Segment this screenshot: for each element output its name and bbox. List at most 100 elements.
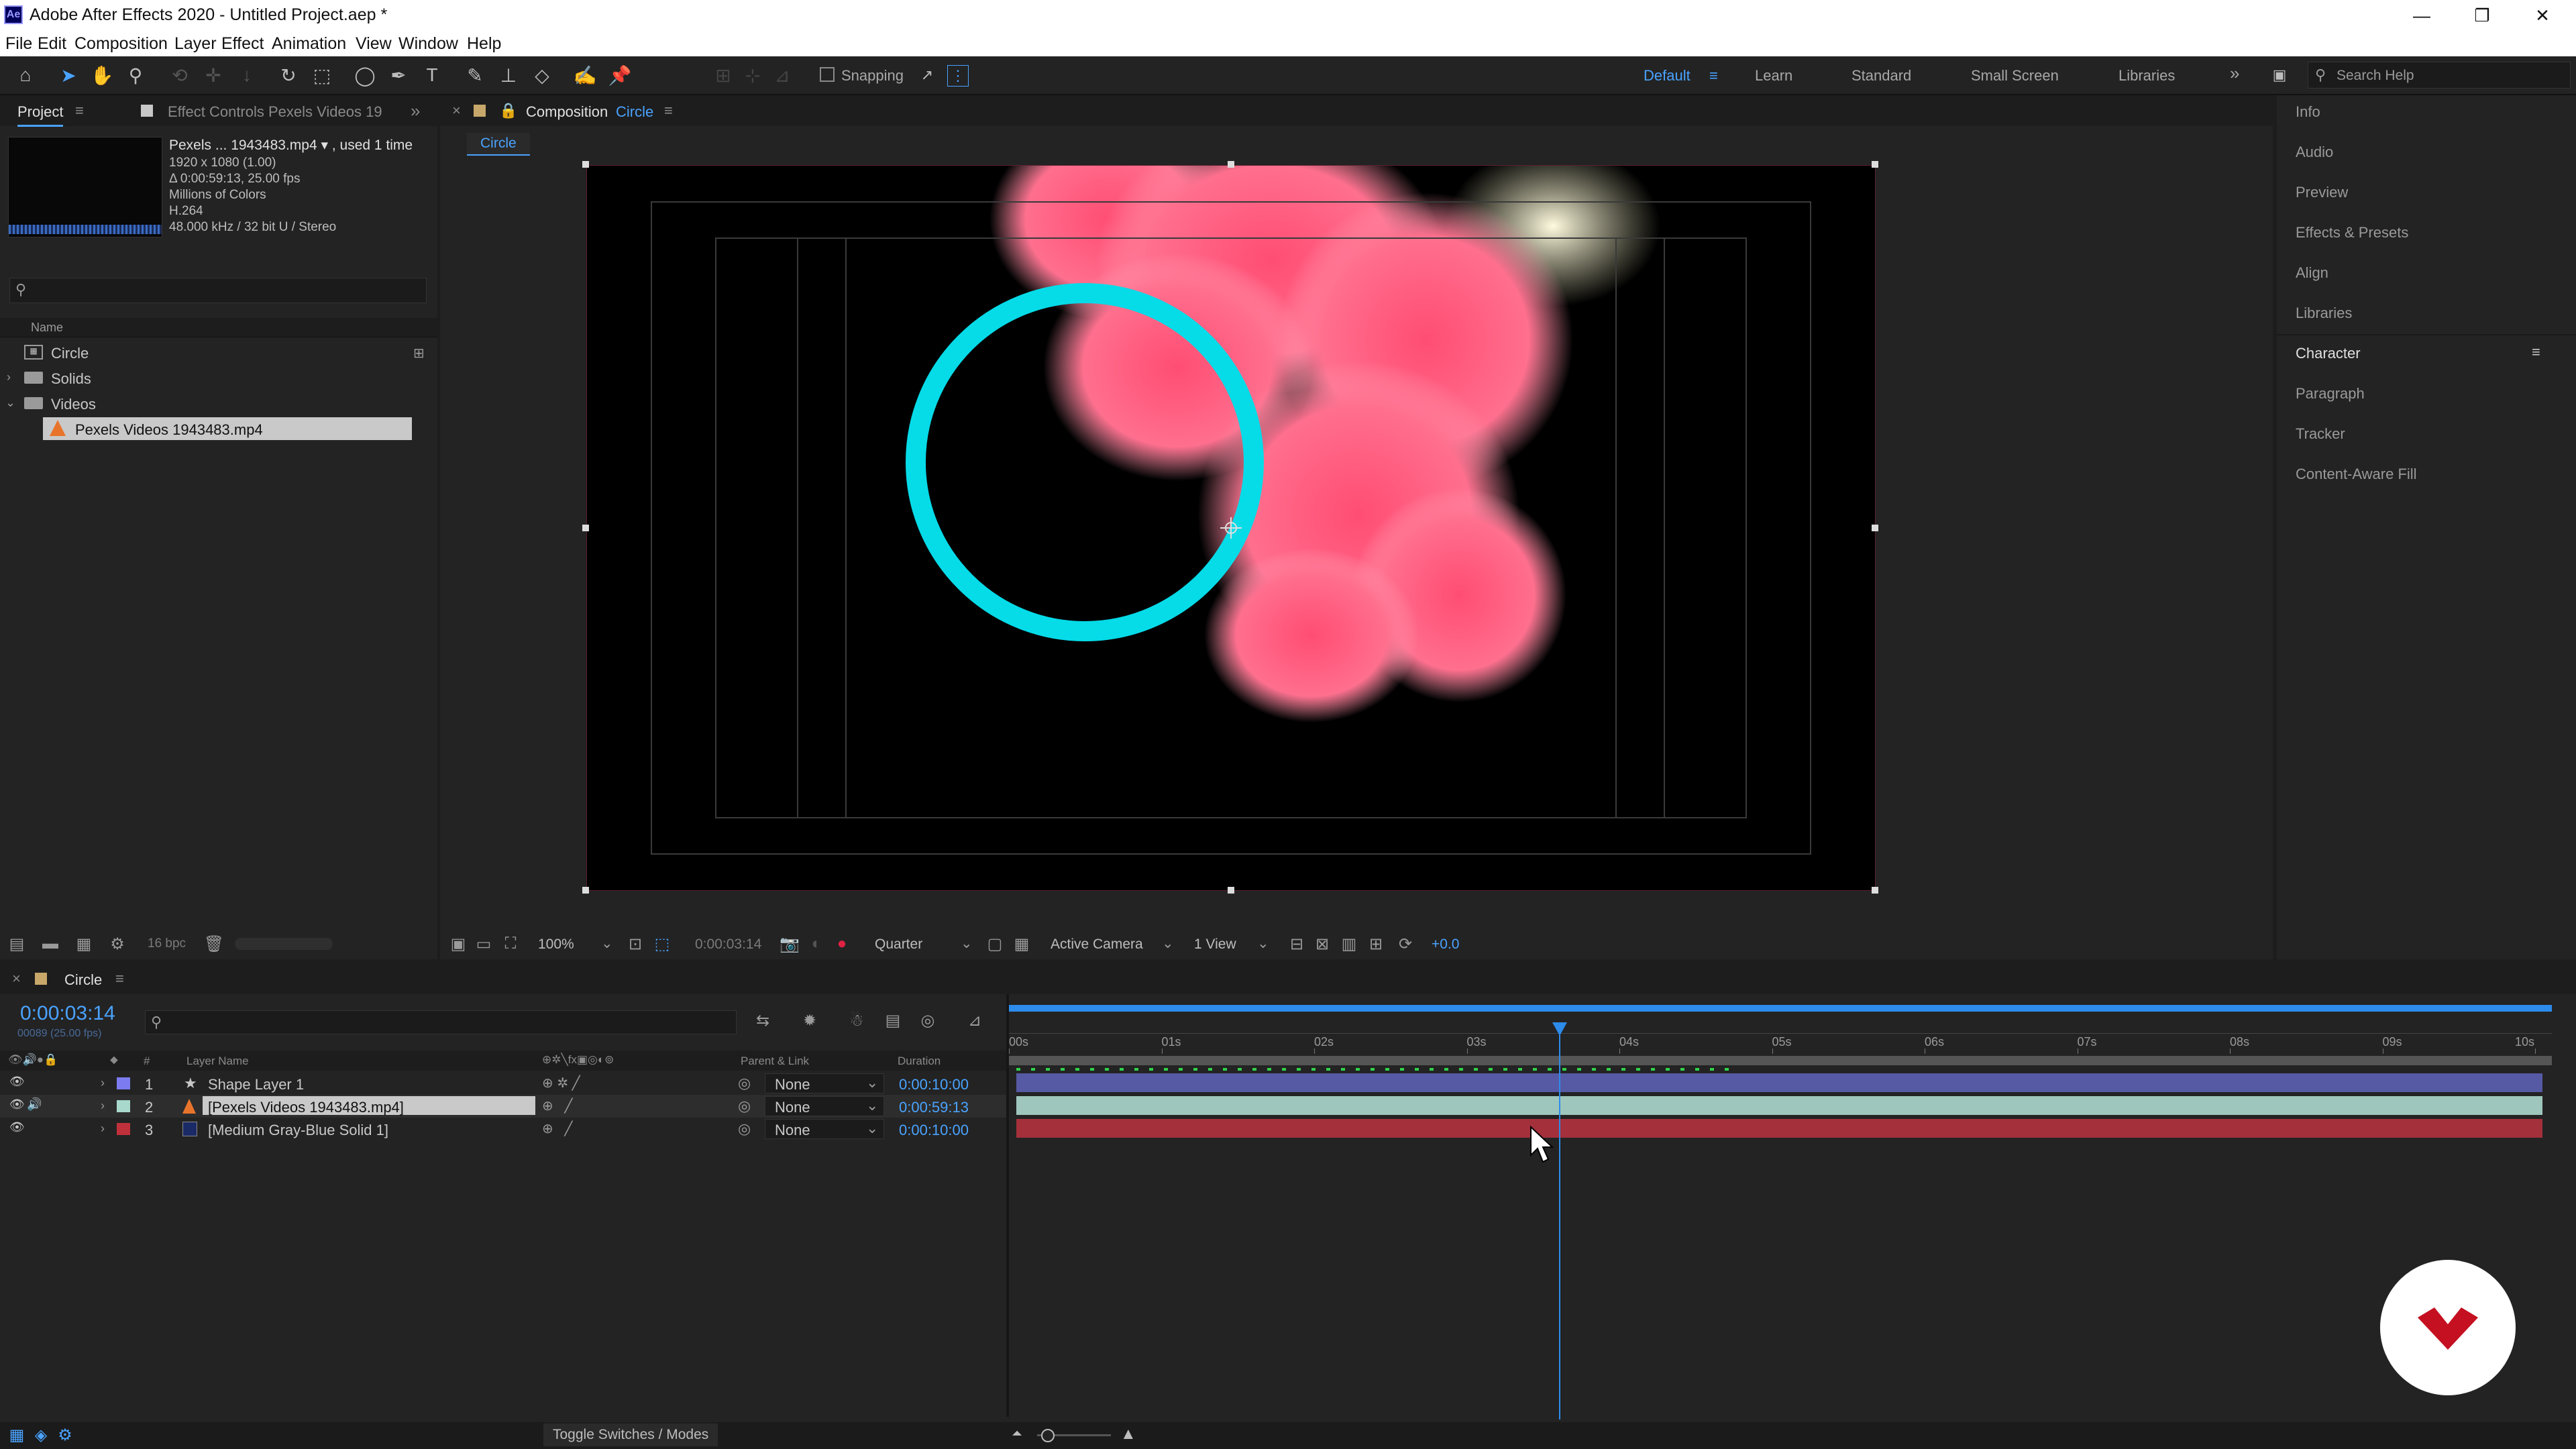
clone-stamp-tool-icon[interactable]: ⊥ [496,63,521,87]
minimize-button[interactable]: — [2392,0,2452,31]
frame-blending-icon[interactable]: ▤ [881,1009,904,1032]
project-search-input[interactable]: ⚲ [9,278,427,303]
exposure-value[interactable]: +0.0 [1432,936,1459,953]
zoom-in-icon[interactable]: ▲ [1120,1425,1136,1444]
menu-view[interactable]: View [356,34,392,54]
monitor-icon[interactable]: ▭ [474,934,494,954]
shy-layers-icon[interactable]: ☃ [845,1009,868,1032]
panel-align[interactable]: Align [2296,264,2328,282]
layer-name[interactable]: [Medium Gray-Blue Solid 1] [208,1122,388,1139]
transfer-controls-icon[interactable]: ◈ [31,1425,51,1445]
layer-duration-bar[interactable] [1016,1096,2542,1115]
project-panel-menu-icon[interactable]: ≡ [75,102,84,119]
chevron-down-icon[interactable]: ⌄ [5,396,15,410]
rotation-tool-icon[interactable]: ↻ [276,63,301,87]
layer-handle[interactable] [1872,161,1878,168]
hand-tool-icon[interactable]: ✋ [90,63,114,87]
project-item-videos[interactable]: ⌄ Videos [0,392,437,415]
tab-effect-controls[interactable]: Effect Controls Pexels Videos 19 [168,103,382,121]
dolly-tool-icon[interactable]: ↓ [235,63,259,87]
restore-button[interactable]: ❐ [2452,0,2512,31]
home-icon[interactable]: ⌂ [13,63,38,87]
pickwhip-icon[interactable]: ◎ [738,1120,751,1138]
always-preview-icon[interactable]: ▣ [448,934,468,954]
toggle-switches-modes-button[interactable]: Toggle Switches / Modes [543,1424,718,1446]
time-ruler-area[interactable]: 00s 01s 02s 03s 04s 05s 06s 07s 08s 09s 10s [1009,1001,2576,1075]
fit-icon[interactable]: ⊡ [625,934,645,954]
layer-row-3[interactable]: 👁 › 3 [Medium Gray-Blue Solid 1] ⊕ ╱ ◎ N… [0,1118,1006,1140]
zoom-out-icon[interactable]: ⏶ [1012,1426,1022,1442]
new-composition-icon[interactable]: ▦ [74,934,94,954]
menu-layer[interactable]: Layer [174,34,217,54]
workspace-libraries[interactable]: Libraries [2118,67,2175,85]
eye-icon[interactable]: 👁 [9,1120,25,1134]
color-channels-icon[interactable]: ● [832,934,852,954]
layer-label-color[interactable] [117,1077,130,1089]
column-name[interactable]: Name [31,321,63,335]
layer-handle[interactable] [582,887,589,894]
layer-label-color[interactable] [117,1123,130,1135]
zoom-tool-icon[interactable]: ⚲ [123,63,148,87]
playhead-handle[interactable] [1552,1022,1567,1036]
eye-icon[interactable]: 👁 [9,1097,25,1112]
selection-tool-icon[interactable]: ➤ [56,63,80,87]
menu-help[interactable]: Help [467,34,501,54]
more-tabs-icon[interactable]: » [411,101,420,121]
layer-switches[interactable]: ⊕ ✲ ╱ [542,1075,580,1091]
menu-composition[interactable]: Composition [74,34,168,54]
type-tool-icon[interactable]: T [420,63,444,87]
camera-select[interactable]: Active Camera [1051,936,1143,953]
project-item-circle[interactable]: ▦ Circle ⊞ [0,341,437,364]
panel-libraries[interactable]: Libraries [2296,305,2352,322]
tab-project[interactable]: Project [17,103,64,127]
viewer-timecode[interactable]: 0:00:03:14 [695,936,761,953]
pan-tool-icon[interactable]: ✛ [201,63,225,87]
comp-viewer[interactable] [586,165,1876,891]
project-settings-icon[interactable]: ⚙ [107,934,127,954]
puppet-tool-icon[interactable]: 📌 [608,63,632,87]
brush-tool-icon[interactable]: ✎ [463,63,487,87]
snap-guides-icon[interactable]: ⋮ [947,65,969,87]
chevron-right-icon[interactable]: › [101,1076,105,1090]
snap-option-icon[interactable]: ↗ [915,63,939,87]
layer-duration[interactable]: 0:00:10:00 [899,1076,969,1093]
layer-row-2[interactable]: 👁 🔊 › 2 [Pexels Videos 1943483.mp4] ⊕ ╱ … [0,1095,1006,1118]
layer-switches-toggle-icon[interactable]: ▦ [7,1425,27,1445]
layer-handle[interactable] [1228,161,1234,168]
flowchart-icon[interactable]: ⊞ [1366,934,1386,954]
roto-brush-tool-icon[interactable]: ✍ [573,63,597,87]
chevron-down-icon[interactable]: ⌄ [601,935,613,952]
view-layout-select[interactable]: 1 View [1194,936,1236,953]
time-zoom-knob[interactable] [1041,1429,1055,1442]
close-tab-icon[interactable]: × [12,970,21,987]
panel-tracker[interactable]: Tracker [2296,425,2345,443]
menu-file[interactable]: File [5,34,32,54]
axis-view-icon[interactable]: ⊿ [770,63,794,87]
project-item-solids[interactable]: › Solids [0,366,437,389]
motion-blur-icon[interactable]: ◎ [916,1009,939,1032]
transparency-grid-icon[interactable]: ▦ [1012,934,1032,954]
lock-icon[interactable]: 🔒 [499,102,517,119]
workspace-default[interactable]: Default [1644,67,1690,85]
axis-world-icon[interactable]: ⊹ [741,63,765,87]
mask-visibility-icon[interactable]: ⛶ [500,934,521,954]
new-folder-icon[interactable]: ▬ [40,934,60,954]
time-ruler[interactable]: 00s 01s 02s 03s 04s 05s 06s 07s 08s 09s 10s [1009,1033,2552,1054]
layer-duration-bar[interactable] [1016,1073,2542,1092]
pickwhip-icon[interactable]: ◎ [738,1097,751,1115]
menu-effect[interactable]: Effect [221,34,264,54]
menu-edit[interactable]: Edit [38,34,66,54]
comp-breadcrumb[interactable]: Circle [467,133,530,156]
snapping-checkbox[interactable] [820,67,835,82]
parent-select[interactable]: None ⌄ [765,1119,884,1139]
eye-icon[interactable]: 👁 [9,1075,25,1089]
chevron-down-icon[interactable]: ⌄ [1162,935,1174,952]
close-button[interactable]: ✕ [2512,0,2573,31]
work-area-bar[interactable] [1009,1056,2552,1065]
parent-select[interactable]: None ⌄ [765,1073,884,1093]
workspace-menu-icon[interactable]: ≡ [1709,67,1718,85]
chevron-down-icon[interactable]: ⌄ [961,935,973,952]
layer-search-input[interactable]: ⚲ [145,1010,737,1034]
panel-layout-icon[interactable]: ▣ [2267,63,2292,87]
layer-handle[interactable] [1228,887,1234,894]
